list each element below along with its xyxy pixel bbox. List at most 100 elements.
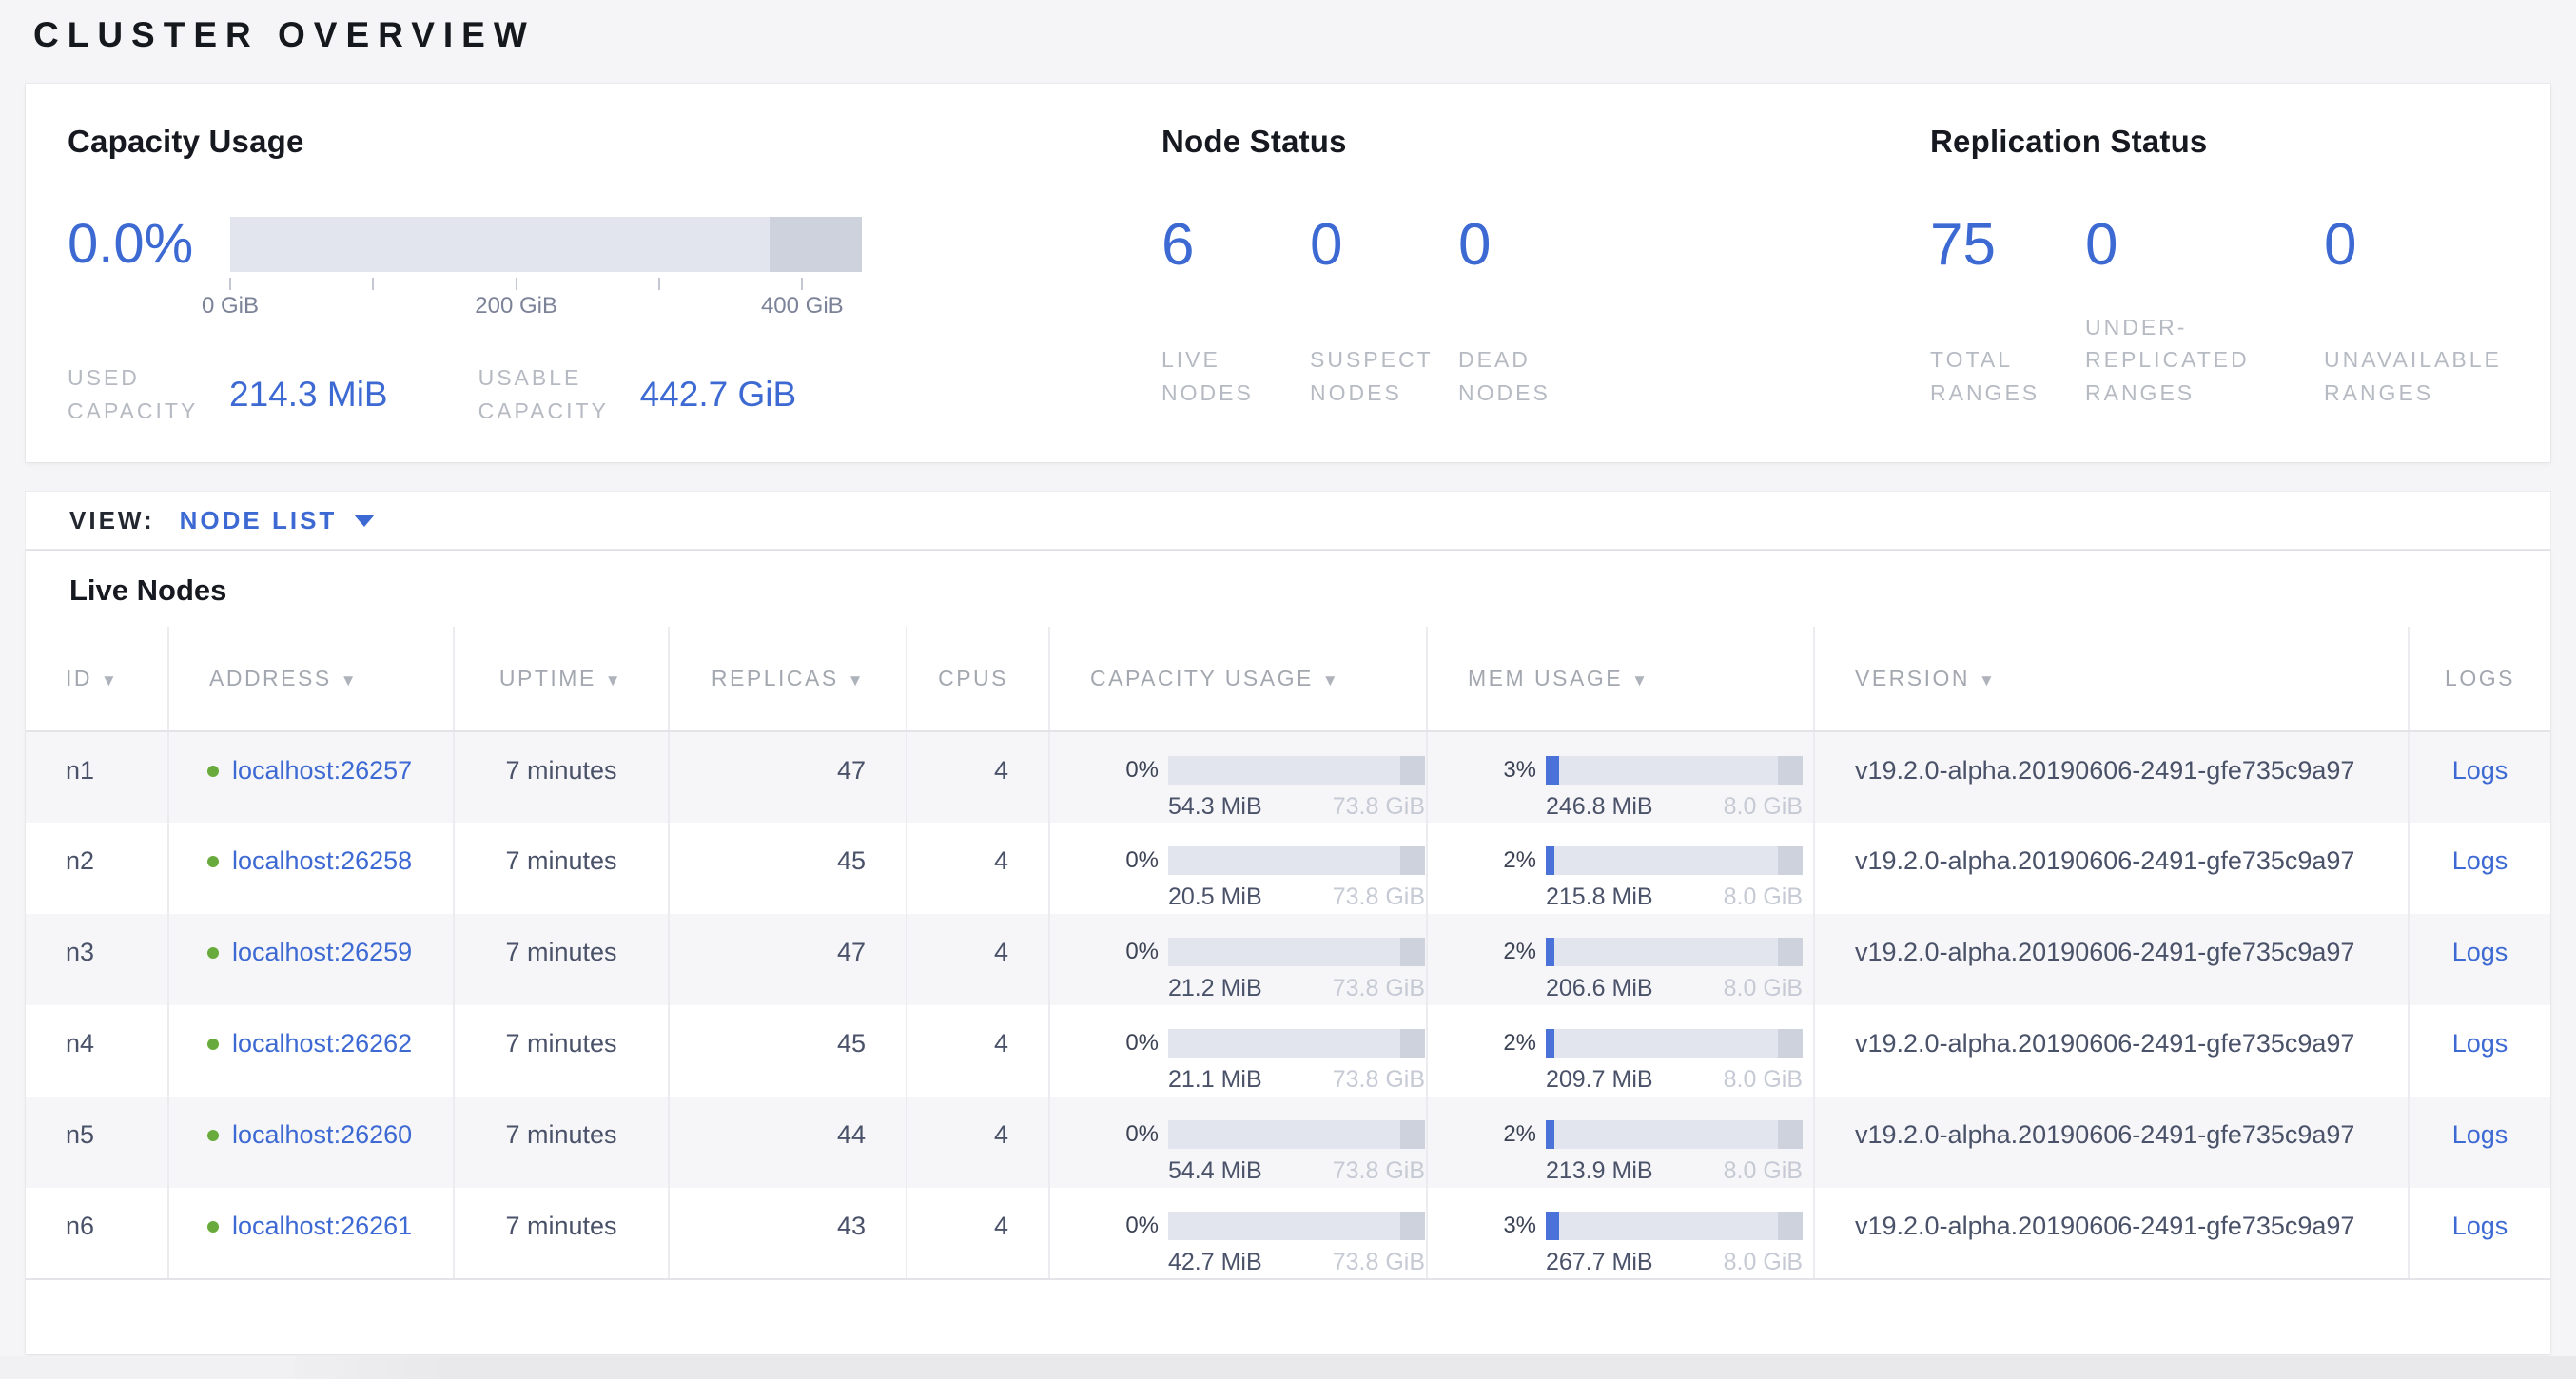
capacity-usage-gauge: 0%54.4 MiB73.8 GiB [1100,1120,1425,1184]
cell-cpus: 4 [907,823,1049,914]
metric-label: UNDER-REPLICATED RANGES [2085,311,2287,410]
cell-cpus: 4 [907,1005,1049,1097]
column-header-version[interactable]: VERSION▼ [1814,627,2409,731]
usage-bar-other-segment [1400,1120,1425,1149]
capacity-metrics: USED CAPACITY214.3 MiBUSABLE CAPACITY442… [68,361,1161,427]
cell-cpus: 4 [907,1188,1049,1279]
cell-address: localhost:26260 [168,1097,454,1188]
capacity-bar [230,217,862,272]
cell-address: localhost:26257 [168,731,454,823]
logs-link[interactable]: Logs [2452,1029,2508,1058]
live-nodes-card: Live Nodes ID▼ADDRESS▼UPTIME▼REPLICAS▼ CP… [26,551,2550,1354]
live-nodes-title: Live Nodes [26,551,2550,627]
view-dropdown[interactable]: NODE LIST [180,506,376,535]
column-header-id[interactable]: ID▼ [26,627,168,731]
axis-tick [801,278,803,290]
usage-values: 54.3 MiB73.8 GiB [1168,793,1425,820]
axis-tick-label: 0 GiB [202,293,259,320]
logs-link[interactable]: Logs [2452,1120,2508,1149]
cell-version: v19.2.0-alpha.20190606-2491-gfe735c9a97 [1814,1005,2409,1097]
table-row: n2localhost:262587 minutes4540%20.5 MiB7… [26,823,2550,914]
cell-logs: Logs [2409,1005,2550,1097]
status-metric: 0SUSPECT NODES [1310,217,1458,409]
usage-bar-used-segment [1546,1029,1554,1058]
capacity-axis: 0 GiB200 GiB400 GiB [230,272,862,316]
cell-uptime: 7 minutes [454,731,669,823]
cell-capacity: 0%20.5 MiB73.8 GiB [1049,823,1427,914]
memory-usage-gauge: 2%213.9 MiB8.0 GiB [1477,1120,1812,1184]
metric-value: 214.3 MiB [229,375,388,415]
memory-usage-gauge: 3%267.7 MiB8.0 GiB [1477,1212,1812,1275]
logs-link[interactable]: Logs [2452,846,2508,875]
column-header-label: CPUS [938,666,1008,690]
usage-total-value: 73.8 GiB [1333,975,1425,1001]
usage-total-value: 8.0 GiB [1724,793,1803,820]
cell-uptime: 7 minutes [454,1188,669,1279]
cell-memory: 2%206.6 MiB8.0 GiB [1427,914,1814,1005]
view-bar: VIEW: NODE LIST [26,492,2550,551]
cell-version: v19.2.0-alpha.20190606-2491-gfe735c9a97 [1814,914,2409,1005]
node-address-link[interactable]: localhost:26261 [232,1212,412,1240]
column-header-mem-usage[interactable]: MEM USAGE▼ [1427,627,1814,731]
cell-logs: Logs [2409,731,2550,823]
node-live-status-icon [207,947,219,959]
usage-used-value: 20.5 MiB [1168,884,1262,910]
usage-bar [1168,938,1425,966]
node-live-status-icon [207,1039,219,1050]
cell-memory: 2%215.8 MiB8.0 GiB [1427,823,1814,914]
logs-link[interactable]: Logs [2452,756,2508,785]
usage-percent: 0% [1100,938,1159,966]
usage-total-value: 8.0 GiB [1724,884,1803,910]
axis-tick-label: 200 GiB [475,293,557,320]
node-address-link[interactable]: localhost:26257 [232,756,412,785]
node-address-link[interactable]: localhost:26259 [232,938,412,966]
table-row: n3localhost:262597 minutes4740%21.2 MiB7… [26,914,2550,1005]
table-header-row: ID▼ADDRESS▼UPTIME▼REPLICAS▼ CPUS CAPACITY … [26,627,2550,731]
logs-link[interactable]: Logs [2452,1212,2508,1240]
capacity-usage-section: Capacity Usage 0.0% 0 GiB200 GiB400 GiB … [68,124,1161,462]
metric-value: 0 [2324,217,2545,274]
node-address-link[interactable]: localhost:26262 [232,1029,412,1058]
view-label: VIEW: [69,506,155,535]
usage-used-value: 42.7 MiB [1168,1249,1262,1275]
usage-used-value: 206.6 MiB [1546,975,1653,1001]
metric-value: 75 [1930,217,2085,274]
usage-bar-other-segment [1778,1029,1803,1058]
usage-bar-used-segment [1546,938,1554,966]
column-header-capacity-usage[interactable]: CAPACITY USAGE▼ [1049,627,1427,731]
capacity-usage-gauge: 0%21.1 MiB73.8 GiB [1100,1029,1425,1093]
usage-total-value: 73.8 GiB [1333,1249,1425,1275]
cell-uptime: 7 minutes [454,1005,669,1097]
replication-status-section: Replication Status 75TOTAL RANGES0UNDER-… [1930,124,2545,462]
usage-percent: 0% [1100,846,1159,875]
usage-percent: 3% [1477,1212,1536,1240]
usage-bar-used-segment [1546,756,1559,785]
cell-address: localhost:26258 [168,823,454,914]
summary-card: Capacity Usage 0.0% 0 GiB200 GiB400 GiB … [26,84,2550,462]
footer-band-shadow [295,1356,2576,1379]
column-header-label: VERSION [1855,666,1970,690]
cell-address: localhost:26261 [168,1188,454,1279]
sort-desc-icon: ▼ [605,671,623,690]
cell-capacity: 0%54.3 MiB73.8 GiB [1049,731,1427,823]
usage-percent: 0% [1100,1029,1159,1058]
capacity-metric: USABLE CAPACITY442.7 GiB [478,361,797,427]
capacity-usage-gauge: 0%42.7 MiB73.8 GiB [1100,1212,1425,1275]
sort-desc-icon: ▼ [341,671,359,690]
metric-label: TOTAL RANGES [1930,343,2056,409]
metric-value: 0 [1310,217,1458,274]
node-address-link[interactable]: localhost:26260 [232,1120,412,1149]
node-live-status-icon [207,1130,219,1141]
cluster-overview-page: CLUSTER OVERVIEW Capacity Usage 0.0% 0 G… [0,0,2576,1354]
usage-bar-used-segment [1546,1120,1554,1149]
replication-status-metrics: 75TOTAL RANGES0UNDER-REPLICATED RANGES0U… [1930,217,2545,409]
column-header-address[interactable]: ADDRESS▼ [168,627,454,731]
column-header-uptime[interactable]: UPTIME▼ [454,627,669,731]
column-header-replicas[interactable]: REPLICAS▼ [669,627,907,731]
node-address-link[interactable]: localhost:26258 [232,846,412,875]
metric-label: LIVE NODES [1161,343,1278,409]
usage-total-value: 8.0 GiB [1724,1066,1803,1093]
logs-link[interactable]: Logs [2452,938,2508,966]
usage-total-value: 8.0 GiB [1724,1157,1803,1184]
cell-replicas: 44 [669,1097,907,1188]
